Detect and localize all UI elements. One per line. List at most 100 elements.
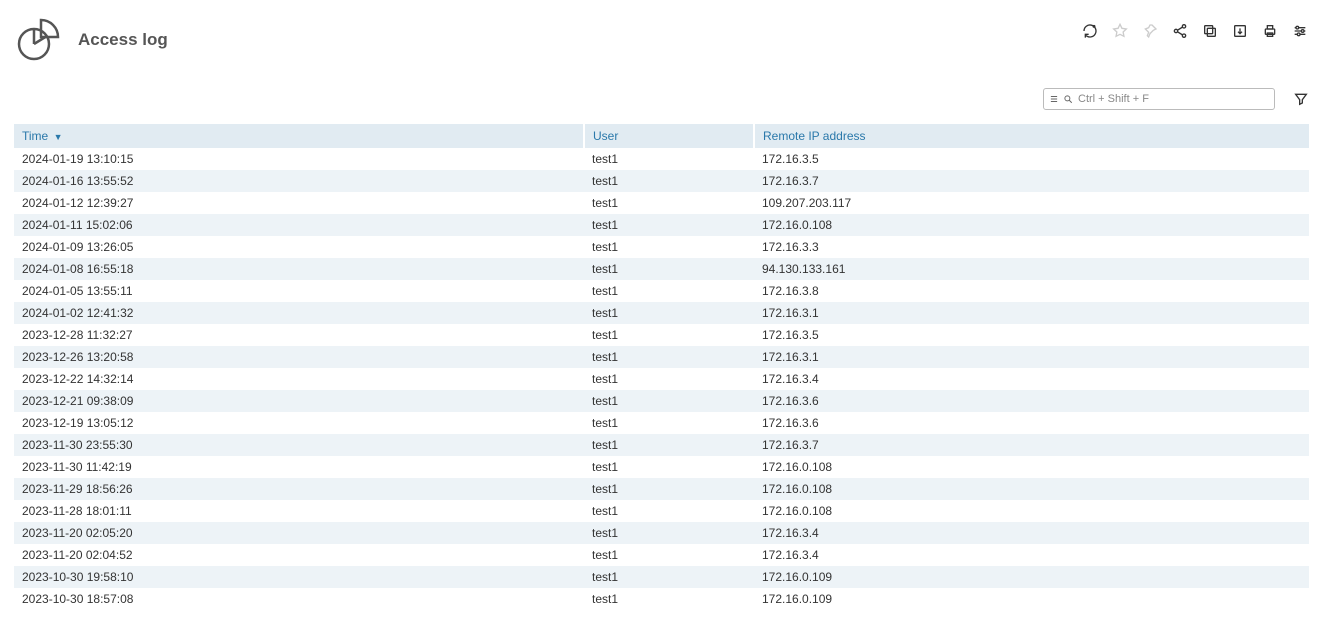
search-input[interactable] xyxy=(1076,92,1270,106)
column-header-ip[interactable]: Remote IP address xyxy=(754,124,1309,148)
cell-user: test1 xyxy=(584,192,754,214)
cell-time: 2023-11-30 23:55:30 xyxy=(14,434,584,456)
table-row[interactable]: 2024-01-05 13:55:11test1172.16.3.8 xyxy=(14,280,1309,302)
column-header-time[interactable]: Time ▼ xyxy=(14,124,584,148)
cell-user: test1 xyxy=(584,478,754,500)
table-row[interactable]: 2023-12-28 11:32:27test1172.16.3.5 xyxy=(14,324,1309,346)
cell-time: 2023-11-28 18:01:11 xyxy=(14,500,584,522)
cell-user: test1 xyxy=(584,368,754,390)
cell-ip: 172.16.3.7 xyxy=(754,170,1309,192)
refresh-icon[interactable] xyxy=(1081,22,1099,40)
table-row[interactable]: 2023-10-30 18:57:08test1172.16.0.109 xyxy=(14,588,1309,610)
print-icon[interactable] xyxy=(1261,22,1279,40)
access-log-table: Time ▼ User Remote IP address 2024-01-19… xyxy=(14,124,1309,610)
cell-ip: 172.16.3.6 xyxy=(754,390,1309,412)
cell-ip: 172.16.3.8 xyxy=(754,280,1309,302)
cell-time: 2024-01-02 12:41:32 xyxy=(14,302,584,324)
cell-user: test1 xyxy=(584,148,754,170)
table-row[interactable]: 2024-01-09 13:26:05test1172.16.3.3 xyxy=(14,236,1309,258)
cell-user: test1 xyxy=(584,258,754,280)
table-row[interactable]: 2023-11-30 11:42:19test1172.16.0.108 xyxy=(14,456,1309,478)
cell-ip: 172.16.3.4 xyxy=(754,544,1309,566)
share-icon[interactable] xyxy=(1171,22,1189,40)
cell-time: 2023-12-22 14:32:14 xyxy=(14,368,584,390)
page-title: Access log xyxy=(78,30,168,50)
export-icon[interactable] xyxy=(1231,22,1249,40)
cell-time: 2023-11-20 02:04:52 xyxy=(14,544,584,566)
cell-time: 2024-01-12 12:39:27 xyxy=(14,192,584,214)
cell-time: 2024-01-11 15:02:06 xyxy=(14,214,584,236)
table-row[interactable]: 2023-12-21 09:38:09test1172.16.3.6 xyxy=(14,390,1309,412)
cell-time: 2023-12-21 09:38:09 xyxy=(14,390,584,412)
pin-icon[interactable] xyxy=(1141,22,1159,40)
cell-ip: 172.16.0.108 xyxy=(754,478,1309,500)
table-row[interactable]: 2024-01-02 12:41:32test1172.16.3.1 xyxy=(14,302,1309,324)
cell-time: 2023-11-30 11:42:19 xyxy=(14,456,584,478)
table-row[interactable]: 2023-11-28 18:01:11test1172.16.0.108 xyxy=(14,500,1309,522)
sort-desc-icon: ▼ xyxy=(54,132,63,142)
table-row[interactable]: 2023-12-19 13:05:12test1172.16.3.6 xyxy=(14,412,1309,434)
table-row[interactable]: 2024-01-08 16:55:18test194.130.133.161 xyxy=(14,258,1309,280)
column-header-user[interactable]: User xyxy=(584,124,754,148)
column-header-label: Time xyxy=(22,129,48,143)
table-row[interactable]: 2023-10-30 19:58:10test1172.16.0.109 xyxy=(14,566,1309,588)
cell-user: test1 xyxy=(584,544,754,566)
copy-icon[interactable] xyxy=(1201,22,1219,40)
cell-user: test1 xyxy=(584,412,754,434)
cell-user: test1 xyxy=(584,214,754,236)
pie-chart-icon xyxy=(14,16,62,64)
cell-user: test1 xyxy=(584,170,754,192)
cell-ip: 172.16.0.108 xyxy=(754,500,1309,522)
cell-time: 2023-12-19 13:05:12 xyxy=(14,412,584,434)
cell-user: test1 xyxy=(584,588,754,610)
cell-user: test1 xyxy=(584,280,754,302)
cell-ip: 172.16.3.1 xyxy=(754,346,1309,368)
cell-user: test1 xyxy=(584,302,754,324)
cell-time: 2023-12-26 13:20:58 xyxy=(14,346,584,368)
cell-time: 2023-10-30 18:57:08 xyxy=(14,588,584,610)
toolbar xyxy=(1081,16,1309,40)
cell-ip: 172.16.3.5 xyxy=(754,324,1309,346)
cell-ip: 172.16.0.109 xyxy=(754,588,1309,610)
table-row[interactable]: 2023-11-20 02:04:52test1172.16.3.4 xyxy=(14,544,1309,566)
cell-time: 2023-12-28 11:32:27 xyxy=(14,324,584,346)
table-row[interactable]: 2023-12-26 13:20:58test1172.16.3.1 xyxy=(14,346,1309,368)
cell-user: test1 xyxy=(584,236,754,258)
cell-user: test1 xyxy=(584,390,754,412)
column-header-label: User xyxy=(593,129,618,143)
cell-ip: 172.16.0.109 xyxy=(754,566,1309,588)
table-row[interactable]: 2024-01-19 13:10:15test1172.16.3.5 xyxy=(14,148,1309,170)
cell-user: test1 xyxy=(584,456,754,478)
table-row[interactable]: 2023-11-30 23:55:30test1172.16.3.7 xyxy=(14,434,1309,456)
search-icon xyxy=(1062,93,1074,105)
table-row[interactable]: 2023-11-20 02:05:20test1172.16.3.4 xyxy=(14,522,1309,544)
search-box[interactable] xyxy=(1043,88,1275,110)
cell-ip: 172.16.0.108 xyxy=(754,214,1309,236)
cell-user: test1 xyxy=(584,500,754,522)
filter-icon[interactable] xyxy=(1293,91,1309,107)
cell-time: 2023-11-29 18:56:26 xyxy=(14,478,584,500)
table-row[interactable]: 2023-11-29 18:56:26test1172.16.0.108 xyxy=(14,478,1309,500)
cell-ip: 172.16.3.6 xyxy=(754,412,1309,434)
cell-user: test1 xyxy=(584,522,754,544)
table-row[interactable]: 2024-01-11 15:02:06test1172.16.0.108 xyxy=(14,214,1309,236)
cell-ip: 109.207.203.117 xyxy=(754,192,1309,214)
cell-time: 2024-01-08 16:55:18 xyxy=(14,258,584,280)
settings-icon[interactable] xyxy=(1291,22,1309,40)
cell-ip: 172.16.3.3 xyxy=(754,236,1309,258)
cell-user: test1 xyxy=(584,324,754,346)
cell-user: test1 xyxy=(584,566,754,588)
table-row[interactable]: 2024-01-12 12:39:27test1109.207.203.117 xyxy=(14,192,1309,214)
favorite-icon[interactable] xyxy=(1111,22,1129,40)
cell-ip: 172.16.3.1 xyxy=(754,302,1309,324)
cell-ip: 172.16.3.4 xyxy=(754,522,1309,544)
table-row[interactable]: 2024-01-16 13:55:52test1172.16.3.7 xyxy=(14,170,1309,192)
table-row[interactable]: 2023-12-22 14:32:14test1172.16.3.4 xyxy=(14,368,1309,390)
cell-ip: 172.16.3.7 xyxy=(754,434,1309,456)
cell-time: 2023-10-30 19:58:10 xyxy=(14,566,584,588)
cell-ip: 172.16.0.108 xyxy=(754,456,1309,478)
cell-time: 2024-01-16 13:55:52 xyxy=(14,170,584,192)
header: Access log xyxy=(14,16,1309,64)
cell-time: 2024-01-05 13:55:11 xyxy=(14,280,584,302)
cell-user: test1 xyxy=(584,434,754,456)
